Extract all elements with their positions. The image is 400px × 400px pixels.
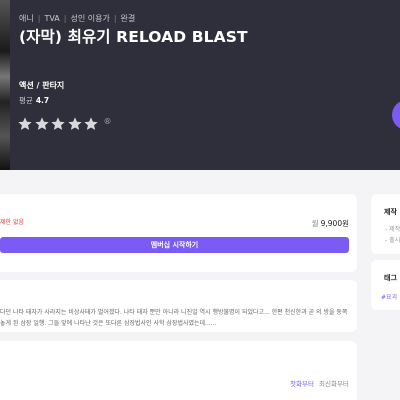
rating-label: 평균 — [19, 96, 33, 105]
episodes-card: 첫화부터 최신화부터 — [0, 341, 357, 400]
start-membership-button[interactable]: 멤버십 시작하기 — [0, 237, 349, 253]
production-info-card: 제작 - 제작 - 출시 — [371, 194, 400, 254]
production-line: - 제작 — [385, 226, 400, 233]
membership-price: 월 9,900원 — [312, 218, 349, 229]
synopsis-card: 다던 나타 태자가 사라지는 비상사태가 벌어졌다. 나타 태자 뿐만 아니라 … — [0, 280, 357, 332]
purchase-card: 제한 없음 월 9,900원 멤버십 시작하기 — [0, 194, 357, 272]
star-icon[interactable] — [17, 116, 33, 132]
sort-latest-episode-button[interactable]: 최신화부터 — [319, 378, 349, 388]
synopsis-text: 다던 나타 태자가 사라지는 비상사태가 벌어졌다. 나타 태자 뿐만 아니라 … — [0, 309, 348, 327]
page-title: (자막) 최유기 RELOAD BLAST — [19, 28, 248, 46]
average-rating: 평균 4.7 — [19, 95, 49, 106]
floating-action-button[interactable] — [392, 100, 400, 130]
genre-label: 액션 / 판타지 — [19, 81, 65, 90]
star-icon[interactable] — [67, 116, 83, 132]
tag-link[interactable]: #요괴 — [381, 292, 397, 301]
meta-status: 완결 — [120, 14, 136, 23]
star-icon[interactable] — [83, 116, 99, 132]
limit-notice: 제한 없음 — [0, 219, 24, 226]
price-period: 월 — [311, 219, 319, 228]
meta-age-rating: 성인 이용가 — [70, 14, 110, 23]
divider: | — [113, 14, 117, 23]
meta-line: 애니 | TVA | 성인 이용가 | 완결 — [19, 13, 135, 24]
release-line: - 출시 — [385, 237, 400, 244]
rating-info-icon[interactable]: ® — [104, 117, 112, 126]
divider: | — [63, 14, 67, 23]
divider: | — [37, 14, 41, 23]
production-title: 제작 — [384, 208, 397, 216]
star-icon[interactable] — [34, 116, 50, 132]
release-line-label: 출시 — [389, 237, 400, 244]
meta-format: TVA — [44, 14, 60, 23]
sort-first-episode-button[interactable]: 첫화부터 — [290, 378, 314, 388]
tags-title: 태그 — [384, 274, 397, 282]
price-value: 9,900원 — [320, 219, 349, 228]
hero-banner: 애니 | TVA | 성인 이용가 | 완결 (자막) 최유기 RELOAD BLAST 액… — [0, 0, 400, 170]
tags-card: 태그 #요괴 — [371, 260, 400, 310]
production-line-label: 제작 — [389, 226, 400, 233]
star-rating-input[interactable]: ® — [17, 116, 112, 132]
poster-image[interactable] — [0, 0, 10, 170]
star-icon[interactable] — [50, 116, 66, 132]
rating-value: 4.7 — [35, 96, 50, 105]
meta-category: 애니 — [19, 14, 34, 23]
